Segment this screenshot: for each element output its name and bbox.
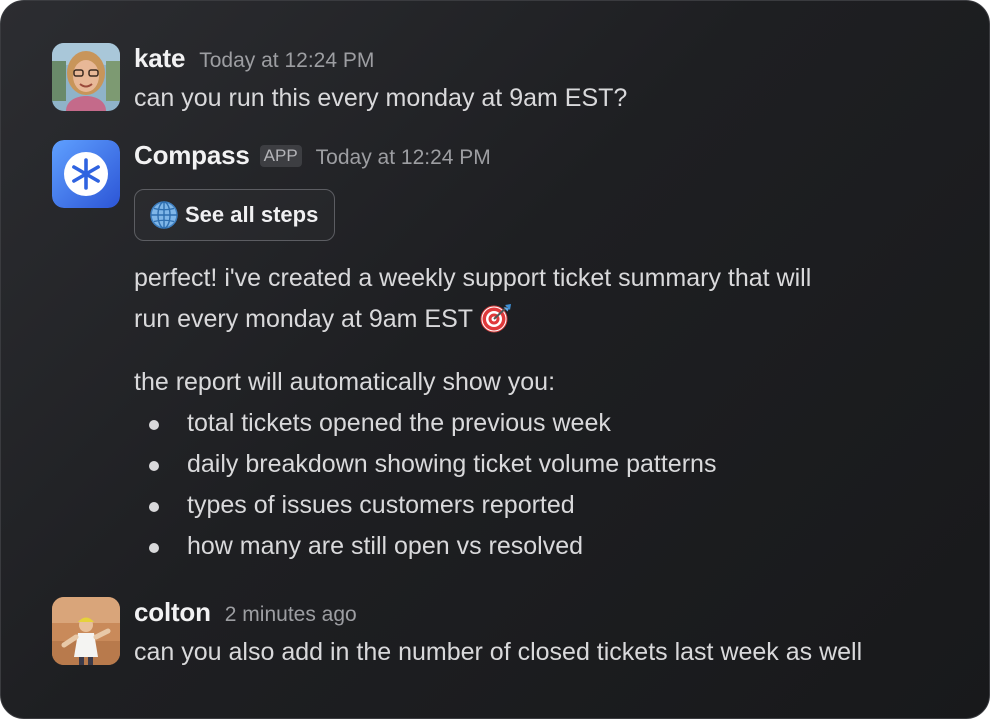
list-item: types of issues customers reported	[134, 485, 969, 526]
sender-name[interactable]: kate	[134, 43, 185, 74]
kate-avatar-photo-icon	[52, 43, 120, 111]
timestamp[interactable]: 2 minutes ago	[225, 603, 357, 627]
globe-icon	[149, 200, 179, 230]
list-item: total tickets opened the previous week	[134, 403, 969, 444]
direct-hit-target-icon	[479, 303, 513, 346]
message-header: colton 2 minutes ago	[134, 597, 969, 629]
sender-name[interactable]: Compass	[134, 140, 250, 171]
message-text: can you also add in the number of closed…	[134, 638, 863, 666]
message-text-line: run every monday at 9am EST	[134, 299, 969, 346]
timestamp[interactable]: Today at 12:24 PM	[199, 49, 374, 73]
bullet-dot	[149, 420, 159, 430]
list-item-text: how many are still open vs resolved	[187, 532, 584, 560]
message-text: can you run this every monday at 9am EST…	[134, 84, 628, 112]
sender-name[interactable]: colton	[134, 597, 211, 628]
message-header: Compass APP Today at 12:24 PM	[134, 140, 969, 172]
list-item-text: total tickets opened the previous week	[187, 409, 611, 437]
message-content: colton 2 minutes ago can you also add in…	[134, 597, 969, 673]
bullet-list: total tickets opened the previous week d…	[134, 403, 969, 567]
list-item: how many are still open vs resolved	[134, 526, 969, 567]
app-badge: APP	[259, 145, 302, 167]
bullet-dot	[149, 502, 159, 512]
message-content: kate Today at 12:24 PM can you run this …	[134, 43, 969, 119]
bullet-dot	[149, 461, 159, 471]
message-content: Compass APP Today at 12:24 PM See all st…	[134, 140, 969, 567]
colton-avatar-photo-icon	[52, 597, 120, 665]
message-header: kate Today at 12:24 PM	[134, 43, 969, 75]
bullet-dot	[149, 543, 159, 553]
list-item-text: types of issues customers reported	[187, 491, 575, 519]
chat-window: kate Today at 12:24 PM can you run this …	[0, 0, 990, 719]
timestamp[interactable]: Today at 12:24 PM	[316, 146, 491, 170]
message-text-line: the report will automatically show you:	[134, 368, 556, 396]
list-item: daily breakdown showing ticket volume pa…	[134, 444, 969, 485]
list-item-text: daily breakdown showing ticket volume pa…	[187, 450, 717, 478]
compass-asterisk-logo-icon	[52, 140, 120, 208]
colton-avatar[interactable]	[52, 597, 120, 665]
see-all-steps-button[interactable]: See all steps	[134, 189, 336, 241]
message-text-fragment: run every monday at 9am EST	[134, 305, 474, 333]
see-all-steps-label: See all steps	[185, 202, 319, 227]
message-text-line: perfect! i've created a weekly support t…	[134, 264, 812, 292]
compass-avatar[interactable]	[52, 140, 120, 208]
kate-avatar[interactable]	[52, 43, 120, 111]
